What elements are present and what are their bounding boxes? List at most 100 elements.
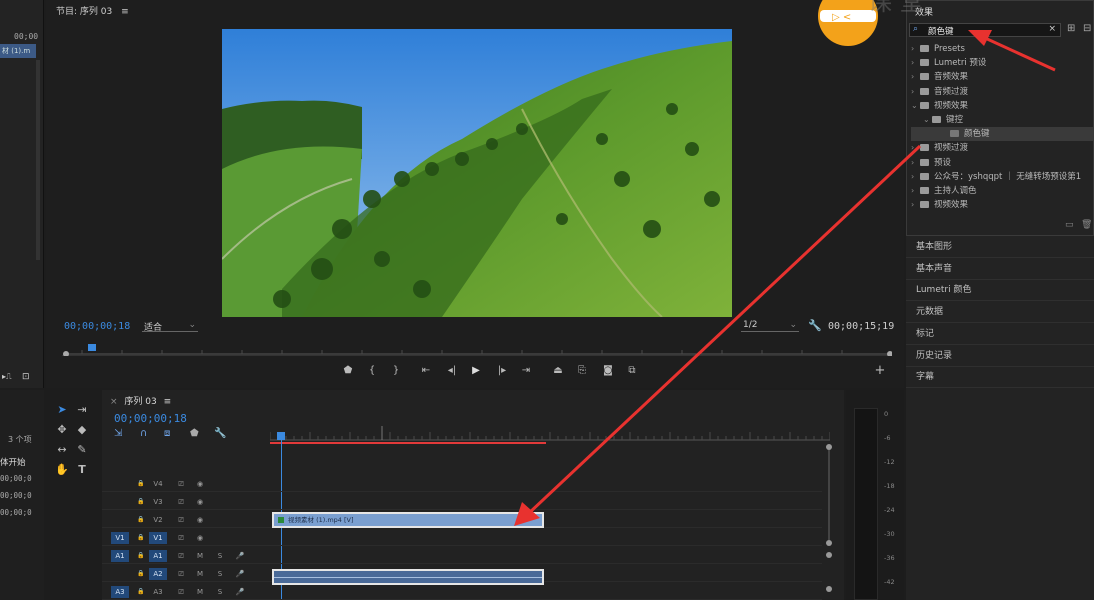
- chevron-right-icon[interactable]: ›: [911, 170, 920, 184]
- mute-button[interactable]: M: [191, 586, 209, 598]
- monitor-menu-icon[interactable]: ≡: [121, 7, 129, 17]
- chevron-right-icon[interactable]: ›: [911, 156, 920, 170]
- scrollbar[interactable]: [36, 60, 40, 260]
- sync-lock-icon[interactable]: ⎚: [172, 532, 190, 544]
- wrench-icon[interactable]: 🔧: [808, 319, 822, 332]
- chevron-right-icon[interactable]: ›: [911, 42, 920, 56]
- comparison-view-icon[interactable]: ⧉: [624, 364, 640, 378]
- sync-lock-icon[interactable]: ⎚: [172, 550, 190, 562]
- ripple-edit-tool-icon[interactable]: ✥: [54, 422, 70, 438]
- effects-folder[interactable]: › 公众号：yshqqpt ｜ 无缝转场预设第1: [911, 170, 1094, 184]
- microphone-icon[interactable]: 🎤: [231, 586, 249, 598]
- timeline-playhead[interactable]: [277, 432, 285, 440]
- track-name[interactable]: V4: [149, 478, 167, 490]
- solo-button[interactable]: S: [211, 586, 229, 598]
- lock-icon[interactable]: 🔒: [132, 496, 150, 508]
- side-panel-tab[interactable]: 历史记录: [906, 345, 1094, 367]
- effects-search[interactable]: ⌕ 颜色键 ×: [909, 23, 1061, 37]
- effects-folder[interactable]: › 音频过渡: [911, 85, 1094, 99]
- nest-icon[interactable]: ⇲: [114, 428, 122, 439]
- list-item[interactable]: 00;00;0: [0, 474, 32, 483]
- go-to-out-icon[interactable]: ⇥: [518, 364, 534, 378]
- track-name[interactable]: V2: [149, 514, 167, 526]
- export-frame-icon[interactable]: ⊡: [22, 372, 30, 382]
- track-name[interactable]: A1: [149, 550, 167, 562]
- chevron-right-icon[interactable]: ›: [911, 198, 920, 212]
- lock-icon[interactable]: 🔒: [132, 550, 150, 562]
- close-icon[interactable]: ×: [110, 397, 118, 407]
- step-back-icon[interactable]: ◂|: [444, 364, 460, 378]
- delete-icon[interactable]: 🗑: [1081, 220, 1092, 230]
- chevron-right-icon[interactable]: ›: [911, 70, 920, 84]
- side-panel-tab[interactable]: 字幕: [906, 366, 1094, 389]
- effects-folder[interactable]: › 视频过渡: [911, 141, 1094, 155]
- column-header[interactable]: 体开始: [0, 456, 26, 468]
- effects-folder[interactable]: ⌄ 键控: [911, 113, 1094, 127]
- linked-selection-icon[interactable]: ⧈: [164, 428, 170, 439]
- scroll-handle[interactable]: [826, 586, 832, 592]
- track-name[interactable]: V3: [149, 496, 167, 508]
- mute-button[interactable]: M: [191, 568, 209, 580]
- effects-folder[interactable]: › 音频效果: [911, 70, 1094, 84]
- hand-tool-icon[interactable]: ✋: [54, 462, 70, 478]
- mark-in-icon[interactable]: {: [364, 364, 380, 378]
- selection-tool-icon[interactable]: ➤: [54, 402, 70, 418]
- timeline-settings-icon[interactable]: 🔧: [214, 428, 226, 439]
- eye-icon[interactable]: ◉: [191, 532, 209, 544]
- list-item[interactable]: 00;00;0: [0, 508, 32, 517]
- eye-icon[interactable]: ◉: [191, 478, 209, 490]
- snap-icon[interactable]: ∩: [140, 428, 147, 439]
- mute-button[interactable]: M: [191, 550, 209, 562]
- chevron-down-icon[interactable]: ⌄: [923, 113, 932, 127]
- timeline-ruler[interactable]: [270, 426, 830, 446]
- playhead[interactable]: [88, 344, 96, 351]
- eye-icon[interactable]: ◉: [191, 514, 209, 526]
- new-bin-icon[interactable]: ▭: [1065, 220, 1074, 230]
- track-name[interactable]: V1: [149, 532, 167, 544]
- camera-icon[interactable]: ◙: [600, 364, 616, 378]
- source-patch[interactable]: A3: [111, 586, 129, 598]
- lock-icon[interactable]: 🔒: [132, 478, 150, 490]
- scroll-handle[interactable]: [826, 552, 832, 558]
- chevron-down-icon[interactable]: ⌄: [911, 99, 920, 113]
- effect-item[interactable]: 颜色键: [911, 127, 1094, 142]
- source-patch[interactable]: A1: [111, 550, 129, 562]
- go-to-in-icon[interactable]: ⇤: [418, 364, 434, 378]
- video-clip-v2[interactable]: 视频素材 (1).mp4 [V]: [272, 512, 544, 528]
- add-marker-icon[interactable]: ⬟: [340, 364, 356, 378]
- chevron-right-icon[interactable]: ›: [911, 141, 920, 155]
- sync-lock-icon[interactable]: ⎚: [172, 496, 190, 508]
- lock-icon[interactable]: 🔒: [132, 532, 150, 544]
- scroll-handle[interactable]: [826, 540, 832, 546]
- type-tool-icon[interactable]: T: [74, 462, 90, 478]
- resolution-select[interactable]: 1/2 ⌄: [741, 320, 799, 332]
- chevron-right-icon[interactable]: ›: [911, 85, 920, 99]
- chevron-right-icon[interactable]: ›: [911, 56, 920, 70]
- side-panel-tab[interactable]: 基本声音: [906, 258, 1094, 280]
- search-input[interactable]: 颜色键: [928, 25, 954, 37]
- chevron-right-icon[interactable]: ›: [911, 184, 920, 198]
- pen-tool-icon[interactable]: ✎: [74, 442, 90, 458]
- mark-out-icon[interactable]: }: [388, 364, 404, 378]
- extract-icon[interactable]: ⎘: [574, 364, 590, 378]
- accelerated-effects-icon[interactable]: ⊞: [1067, 23, 1075, 34]
- play-icon[interactable]: ▶: [468, 364, 484, 378]
- list-item[interactable]: 00;00;0: [0, 491, 32, 500]
- program-monitor-tab[interactable]: 节目: 序列 03 ≡: [56, 4, 129, 17]
- lock-icon[interactable]: 🔒: [132, 586, 150, 598]
- step-forward-icon[interactable]: |▸: [494, 364, 510, 378]
- eye-icon[interactable]: ◉: [191, 496, 209, 508]
- effects-folder[interactable]: › Presets: [911, 42, 1094, 56]
- side-panel-tab[interactable]: 元数据: [906, 301, 1094, 324]
- lock-icon[interactable]: 🔒: [132, 568, 150, 580]
- insert-icon[interactable]: ▸⎍: [2, 372, 12, 382]
- microphone-icon[interactable]: 🎤: [231, 550, 249, 562]
- zoom-fit-select[interactable]: 适合 ⌄: [142, 320, 198, 333]
- source-clip-tab[interactable]: 材 (1).m: [0, 44, 36, 58]
- slip-tool-icon[interactable]: ↔: [54, 442, 70, 458]
- audio-clip-a2[interactable]: [272, 569, 544, 585]
- scrollbar[interactable]: [828, 450, 830, 540]
- lift-icon[interactable]: ⏏: [550, 364, 566, 378]
- timeline-menu-icon[interactable]: ≡: [164, 397, 172, 407]
- track-name[interactable]: A3: [149, 586, 167, 598]
